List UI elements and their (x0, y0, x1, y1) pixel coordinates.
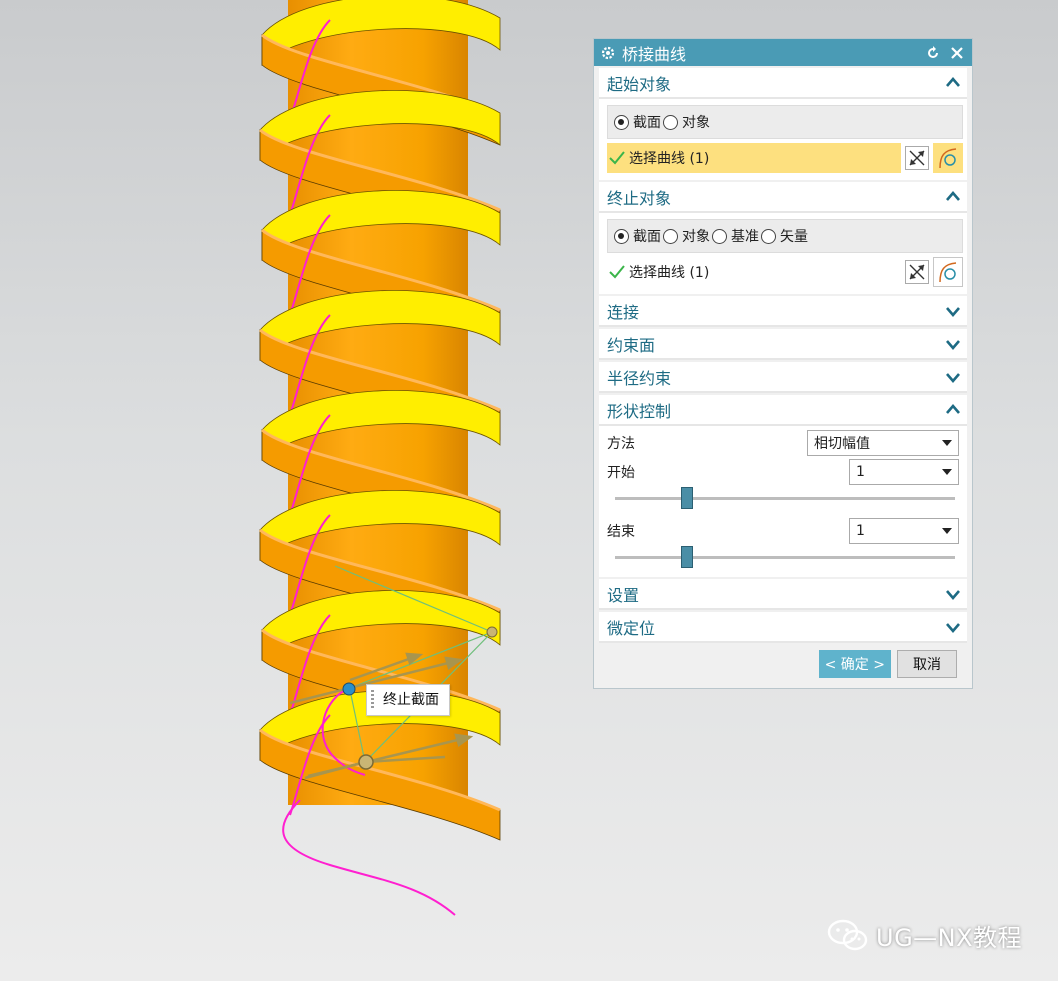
shape-control-section: 形状控制 方法 相切幅值 开始 1 结束 1 (599, 395, 967, 577)
settings-section: 设置 (599, 579, 967, 610)
wechat-icon (827, 919, 868, 951)
end-reverse-direction-button[interactable] (905, 260, 929, 284)
check-icon (609, 151, 625, 165)
chevron-up-icon (946, 190, 960, 201)
end-select-curve-row[interactable]: 选择曲线 (1) (607, 256, 963, 288)
start-reverse-direction-button[interactable] (905, 146, 929, 170)
slider-track (615, 556, 955, 559)
reset-icon (928, 45, 938, 58)
end-radio-object[interactable]: 对象 (663, 226, 710, 246)
start-label: 开始 (607, 464, 635, 481)
check-icon (609, 265, 625, 279)
radius-constraint-header[interactable]: 半径约束 (599, 362, 967, 393)
chevron-up-icon (946, 76, 960, 87)
connection-header[interactable]: 连接 (599, 296, 967, 327)
connection-section: 连接 (599, 296, 967, 327)
reverse-direction-icon (909, 150, 925, 166)
start-select-curve-row[interactable]: 选择曲线 (1) (607, 142, 963, 174)
constraint-face-section: 约束面 (599, 329, 967, 360)
chevron-down-icon (946, 622, 960, 633)
end-point-handle (342, 682, 356, 696)
end-radio-datum[interactable]: 基准 (712, 226, 759, 246)
slider-track (615, 497, 955, 500)
start-radio-section[interactable]: 截面 (614, 112, 661, 132)
fine-position-section: 微定位 (599, 612, 967, 643)
fine-position-header[interactable]: 微定位 (599, 612, 967, 643)
end-type-radios: 截面 对象 基准 矢量 (607, 219, 963, 253)
method-label: 方法 (607, 435, 635, 452)
chevron-down-icon (946, 372, 960, 383)
radius-constraint-section: 半径约束 (599, 362, 967, 393)
radio-unselected[interactable] (663, 114, 678, 130)
dropdown-arrow-icon (942, 439, 952, 446)
end-section-tooltip: 终止截面 (366, 684, 450, 716)
chevron-down-icon (946, 589, 960, 600)
settings-header[interactable]: 设置 (599, 579, 967, 610)
end-object-section: 终止对象 截面 对象 基准 矢量 选择曲线 (1) (599, 182, 967, 294)
start-select-curve[interactable]: 选择曲线 (1) (607, 143, 901, 173)
close-icon (951, 46, 963, 59)
dialog-footer: < 确定 > 取消 (594, 640, 972, 688)
watermark: UG—NX教程 (826, 915, 1022, 955)
close-button[interactable] (948, 44, 966, 62)
end-object-title: 终止对象 (607, 188, 672, 208)
start-value-dropdown[interactable]: 1 (849, 458, 959, 485)
start-object-title: 起始对象 (607, 74, 672, 94)
start-object-section: 起始对象 截面 对象 选择曲线 (1) (599, 68, 967, 180)
curve-select-icon (939, 262, 957, 283)
method-dropdown[interactable]: 相切幅值 (807, 429, 959, 456)
shape-control-header[interactable]: 形状控制 (599, 395, 967, 426)
radio-selected[interactable] (614, 114, 629, 130)
chevron-down-icon (946, 339, 960, 350)
watermark-text: UG—NX教程 (876, 923, 1023, 952)
reset-button[interactable] (924, 44, 942, 62)
chevron-down-icon (946, 306, 960, 317)
end-slider[interactable] (615, 545, 955, 571)
end-object-header[interactable]: 终止对象 (599, 182, 967, 213)
end-radio-section[interactable]: 截面 (614, 226, 661, 246)
start-slider[interactable] (615, 486, 955, 512)
start-type-radios: 截面 对象 (607, 105, 963, 139)
start-object-header[interactable]: 起始对象 (599, 68, 967, 99)
dropdown-arrow-icon (942, 527, 952, 534)
dialog-titlebar[interactable]: 桥接曲线 (594, 39, 972, 66)
cancel-button[interactable]: 取消 (897, 650, 957, 678)
method-row: 方法 相切幅值 (607, 428, 963, 457)
end-curve-selector-button[interactable] (933, 257, 963, 287)
end-radio-vector[interactable]: 矢量 (761, 226, 808, 246)
dialog-title: 桥接曲线 (622, 44, 687, 64)
start-slider-thumb[interactable] (680, 487, 693, 509)
curve-select-icon (939, 148, 957, 169)
ok-button[interactable]: < 确定 > (818, 650, 891, 678)
end-row: 结束 1 (607, 516, 963, 545)
constraint-face-header[interactable]: 约束面 (599, 329, 967, 360)
chevron-up-icon (946, 403, 960, 414)
start-row: 开始 1 (607, 457, 963, 486)
start-curve-selector-button[interactable] (933, 143, 963, 173)
reverse-direction-icon (909, 264, 925, 280)
bridge-curve-lower (282, 799, 456, 916)
guide-point-handle (486, 626, 498, 638)
end-label: 结束 (607, 523, 635, 540)
dropdown-arrow-icon (942, 468, 952, 475)
end-value-dropdown[interactable]: 1 (849, 517, 959, 544)
start-point-handle (358, 754, 374, 770)
start-radio-object[interactable]: 对象 (663, 112, 710, 132)
gear-icon (601, 46, 615, 59)
end-select-curve[interactable]: 选择曲线 (1) (607, 257, 901, 287)
end-slider-thumb[interactable] (680, 546, 693, 568)
bridge-curve-dialog: 桥接曲线 起始对象 截面 对象 选择曲线 (1) 终止对象 截面 对象 基准 矢… (593, 38, 973, 689)
